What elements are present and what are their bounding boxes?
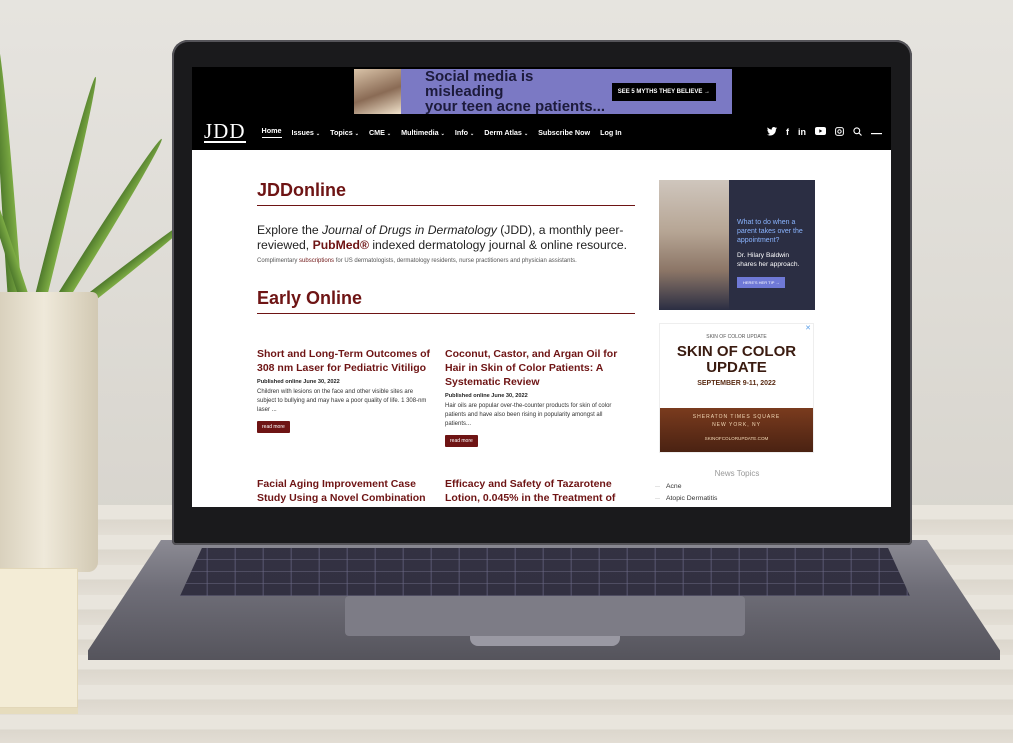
- news-topics: News Topics Acne Atopic Dermatitis: [659, 469, 815, 502]
- article-date: Published online June 30, 2022: [257, 379, 340, 385]
- topic-link[interactable]: Acne: [659, 483, 815, 490]
- event-logo: SKIN OF COLOR UPDATE: [706, 334, 767, 340]
- subscriptions-link[interactable]: subscriptions: [299, 258, 334, 264]
- article-title[interactable]: Short and Long-Term Outcomes of 308 nm L…: [257, 347, 432, 375]
- nav-login[interactable]: Log In: [600, 128, 622, 137]
- twitter-icon[interactable]: [767, 126, 777, 138]
- menu-icon[interactable]: [871, 127, 882, 137]
- article-date: Published online June 30, 2022: [445, 393, 528, 399]
- nav-home[interactable]: Home: [261, 126, 282, 138]
- facebook-icon[interactable]: f: [786, 127, 789, 137]
- nav-multimedia[interactable]: Multimedia ⌄: [401, 128, 445, 137]
- sidebar-ad-baldwin[interactable]: What to do when a parent takes over the …: [659, 180, 815, 310]
- ad-question: What to do when a parent takes over the …: [737, 219, 803, 244]
- nav-topics[interactable]: Topics ⌄: [330, 128, 359, 137]
- event-url[interactable]: SKINOFCOLORUPDATE.COM: [660, 436, 813, 441]
- subscription-note: Complimentary subscriptions for US derma…: [257, 258, 577, 264]
- event-title: SKIN OF COLOR UPDATE: [676, 343, 797, 376]
- sidebar-ad-skin-of-color[interactable]: ✕ SKIN OF COLOR UPDATE SKIN OF COLOR UPD…: [659, 323, 814, 453]
- article-card: Facial Aging Improvement Case Study Usin…: [257, 477, 432, 507]
- chevron-down-icon: ⌄: [440, 130, 445, 137]
- read-more-button[interactable]: read more: [257, 421, 290, 433]
- nav-info[interactable]: Info ⌄: [455, 128, 474, 137]
- close-icon[interactable]: ✕: [805, 324, 811, 332]
- nav-subscribe[interactable]: Subscribe Now: [538, 128, 590, 137]
- event-venue: SHERATON TIMES SQUARE NEW YORK, NY SKINO…: [660, 408, 813, 452]
- article-title[interactable]: Efficacy and Safety of Tazarotene Lotion…: [445, 477, 620, 505]
- article-card: Coconut, Castor, and Argan Oil for Hair …: [445, 347, 620, 447]
- top-ad-banner[interactable]: Social media is misleading your teen acn…: [354, 69, 732, 114]
- article-title[interactable]: Coconut, Castor, and Argan Oil for Hair …: [445, 347, 620, 389]
- plant-pot: [0, 292, 98, 572]
- news-topics-title: News Topics: [714, 469, 760, 478]
- pubmed-link[interactable]: PubMed®: [313, 238, 369, 252]
- site-header: Social media is misleading your teen acn…: [192, 67, 891, 150]
- chevron-down-icon: ⌄: [315, 130, 321, 137]
- linkedin-icon[interactable]: in: [798, 127, 806, 137]
- browser-screen: Social media is misleading your teen acn…: [192, 67, 891, 507]
- site-logo[interactable]: JDD: [204, 121, 246, 143]
- read-more-button[interactable]: read more: [445, 435, 478, 447]
- ad-photo: [354, 69, 401, 114]
- chevron-down-icon: ⌄: [523, 130, 529, 137]
- page-title: JDDonline: [257, 180, 635, 206]
- intro-text: Explore the Journal of Drugs in Dermatol…: [257, 223, 628, 252]
- main-nav: JDD Home Issues ⌄ Topics ⌄ CME ⌄ Multimedia…: [192, 114, 891, 150]
- notebook: [0, 568, 78, 708]
- main-content: JDDonline Explore the Journal of Drugs i…: [257, 180, 635, 314]
- chevron-down-icon: ⌄: [470, 130, 475, 137]
- article-excerpt: Children with lesions on the face and ot…: [257, 389, 427, 413]
- article-card: Efficacy and Safety of Tazarotene Lotion…: [445, 477, 620, 505]
- article-title[interactable]: Facial Aging Improvement Case Study Usin…: [257, 477, 432, 507]
- nav-derm-atlas[interactable]: Derm Atlas ⌄: [484, 128, 528, 137]
- instagram-icon[interactable]: [835, 126, 844, 138]
- topic-link[interactable]: Atopic Dermatitis: [659, 495, 815, 502]
- search-icon[interactable]: [853, 126, 862, 138]
- youtube-icon[interactable]: [815, 127, 826, 137]
- ad-cta-button[interactable]: HERE'S HER TIP →: [737, 277, 786, 288]
- ad-cta-button[interactable]: SEE 5 MYTHS THEY BELIEVE →: [611, 82, 716, 101]
- chevron-down-icon: ⌄: [354, 130, 359, 137]
- ad-byline: Dr. Hilary Baldwin shares her approach.: [737, 252, 800, 268]
- laptop-trackpad: [345, 596, 745, 636]
- early-online-heading: Early Online: [257, 288, 635, 314]
- chevron-down-icon: ⌄: [386, 130, 392, 137]
- nav-issues[interactable]: Issues ⌄: [292, 128, 321, 137]
- ad-photo: [659, 180, 729, 310]
- article-excerpt: Hair oils are popular over-the-counter p…: [445, 403, 612, 427]
- nav-cme[interactable]: CME ⌄: [369, 128, 391, 137]
- ad-headline: Social media is misleading your teen acn…: [425, 68, 606, 115]
- laptop-hinge: [470, 636, 620, 646]
- social-links: f in: [767, 114, 891, 150]
- article-card: Short and Long-Term Outcomes of 308 nm L…: [257, 347, 432, 433]
- event-dates: SEPTEMBER 9-11, 2022: [697, 380, 776, 387]
